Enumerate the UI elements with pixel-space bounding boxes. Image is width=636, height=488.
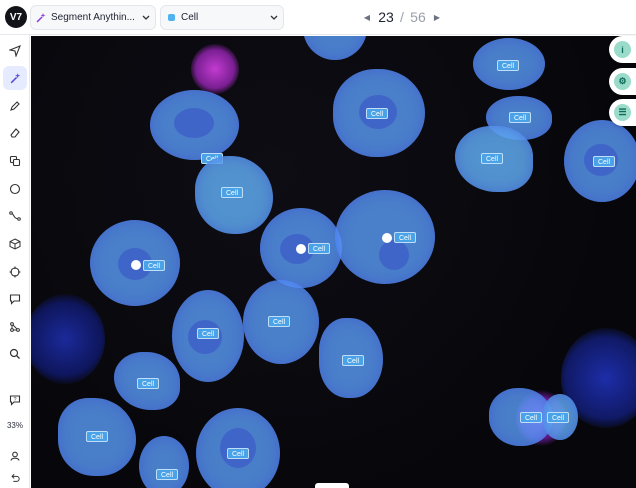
cursor-icon[interactable] (3, 39, 27, 63)
cell-label: Cell (509, 112, 532, 123)
pen-icon[interactable] (3, 94, 27, 118)
user-icon[interactable] (3, 444, 27, 468)
cube-icon[interactable] (3, 232, 27, 256)
polyline-icon[interactable] (3, 204, 27, 228)
info-button[interactable]: i (609, 36, 636, 63)
bottom-panel-handle[interactable] (315, 483, 349, 488)
settings-button[interactable]: ⚙ (609, 68, 636, 95)
crosshair-icon[interactable] (3, 260, 27, 284)
ellipse-icon[interactable] (3, 177, 27, 201)
image-pager: ◀ 23 / 56 ▶ (362, 8, 442, 26)
cell-label: Cell (481, 153, 504, 164)
svg-text:?: ? (13, 397, 16, 403)
info-icon: i (614, 41, 631, 58)
cell-label: Cell (221, 187, 244, 198)
graph-icon[interactable] (3, 315, 27, 339)
settings-icon: ⚙ (614, 73, 631, 90)
list-icon: ☰ (614, 104, 631, 121)
prev-image-button[interactable]: ◀ (362, 13, 372, 22)
prompt-point[interactable] (382, 233, 392, 243)
cell-label: Cell (497, 60, 520, 71)
chevron-down-icon (137, 15, 155, 21)
tool-sidebar: ? 33% (0, 35, 30, 488)
background-cell (31, 294, 105, 384)
class-color-swatch (161, 14, 181, 21)
model-dropdown-label: Segment Anythin... (51, 12, 135, 23)
help-icon[interactable]: ? (3, 388, 27, 412)
total-images-number: 56 (410, 9, 426, 25)
pager-separator: / (400, 9, 404, 25)
cell-label: Cell (227, 448, 250, 459)
chevron-down-icon (265, 15, 283, 21)
eraser-icon[interactable] (3, 121, 27, 145)
cell-label: Cell (547, 412, 570, 423)
cell-label: Cell (197, 328, 220, 339)
cell-mask[interactable] (303, 36, 367, 60)
comment-icon[interactable] (3, 287, 27, 311)
cell-label: Cell (143, 260, 166, 271)
cell-label: Cell (156, 469, 179, 480)
background-blob (191, 44, 239, 94)
copy-icon[interactable] (3, 149, 27, 173)
annotation-app: V7 Segment Anythin... Cell ◀ 23 / 56 ▶ ?… (0, 0, 636, 488)
cell-label: Cell (342, 355, 365, 366)
search-icon[interactable] (3, 342, 27, 366)
next-image-button[interactable]: ▶ (432, 13, 442, 22)
cell-label: Cell (308, 243, 331, 254)
class-dropdown[interactable]: Cell (160, 5, 284, 30)
current-image-number: 23 (378, 9, 394, 25)
cell-label: Cell (593, 156, 616, 167)
list-button[interactable]: ☰ (609, 99, 636, 126)
v7-logo[interactable]: V7 (5, 6, 27, 28)
undo-icon[interactable] (3, 466, 27, 488)
cell-label: Cell (268, 316, 291, 327)
image-canvas[interactable]: Cell Cell Cell Cell Cell Cell Cell Cell … (31, 36, 636, 488)
model-dropdown[interactable]: Segment Anythin... (30, 5, 156, 30)
cell-label: Cell (520, 412, 543, 423)
cell-label: Cell (394, 232, 417, 243)
sparkle-wand-icon[interactable] (3, 66, 27, 90)
class-dropdown-label: Cell (181, 12, 199, 23)
prompt-point[interactable] (296, 244, 306, 254)
prompt-point[interactable] (131, 260, 141, 270)
sparkle-wand-icon (31, 12, 51, 24)
cell-label: Cell (366, 108, 389, 119)
top-bar: V7 Segment Anythin... Cell ◀ 23 / 56 ▶ (0, 0, 636, 35)
cell-label: Cell (137, 378, 160, 389)
zoom-level[interactable]: 33% (0, 421, 30, 430)
cell-mask[interactable] (150, 90, 239, 160)
cell-label: Cell (86, 431, 109, 442)
